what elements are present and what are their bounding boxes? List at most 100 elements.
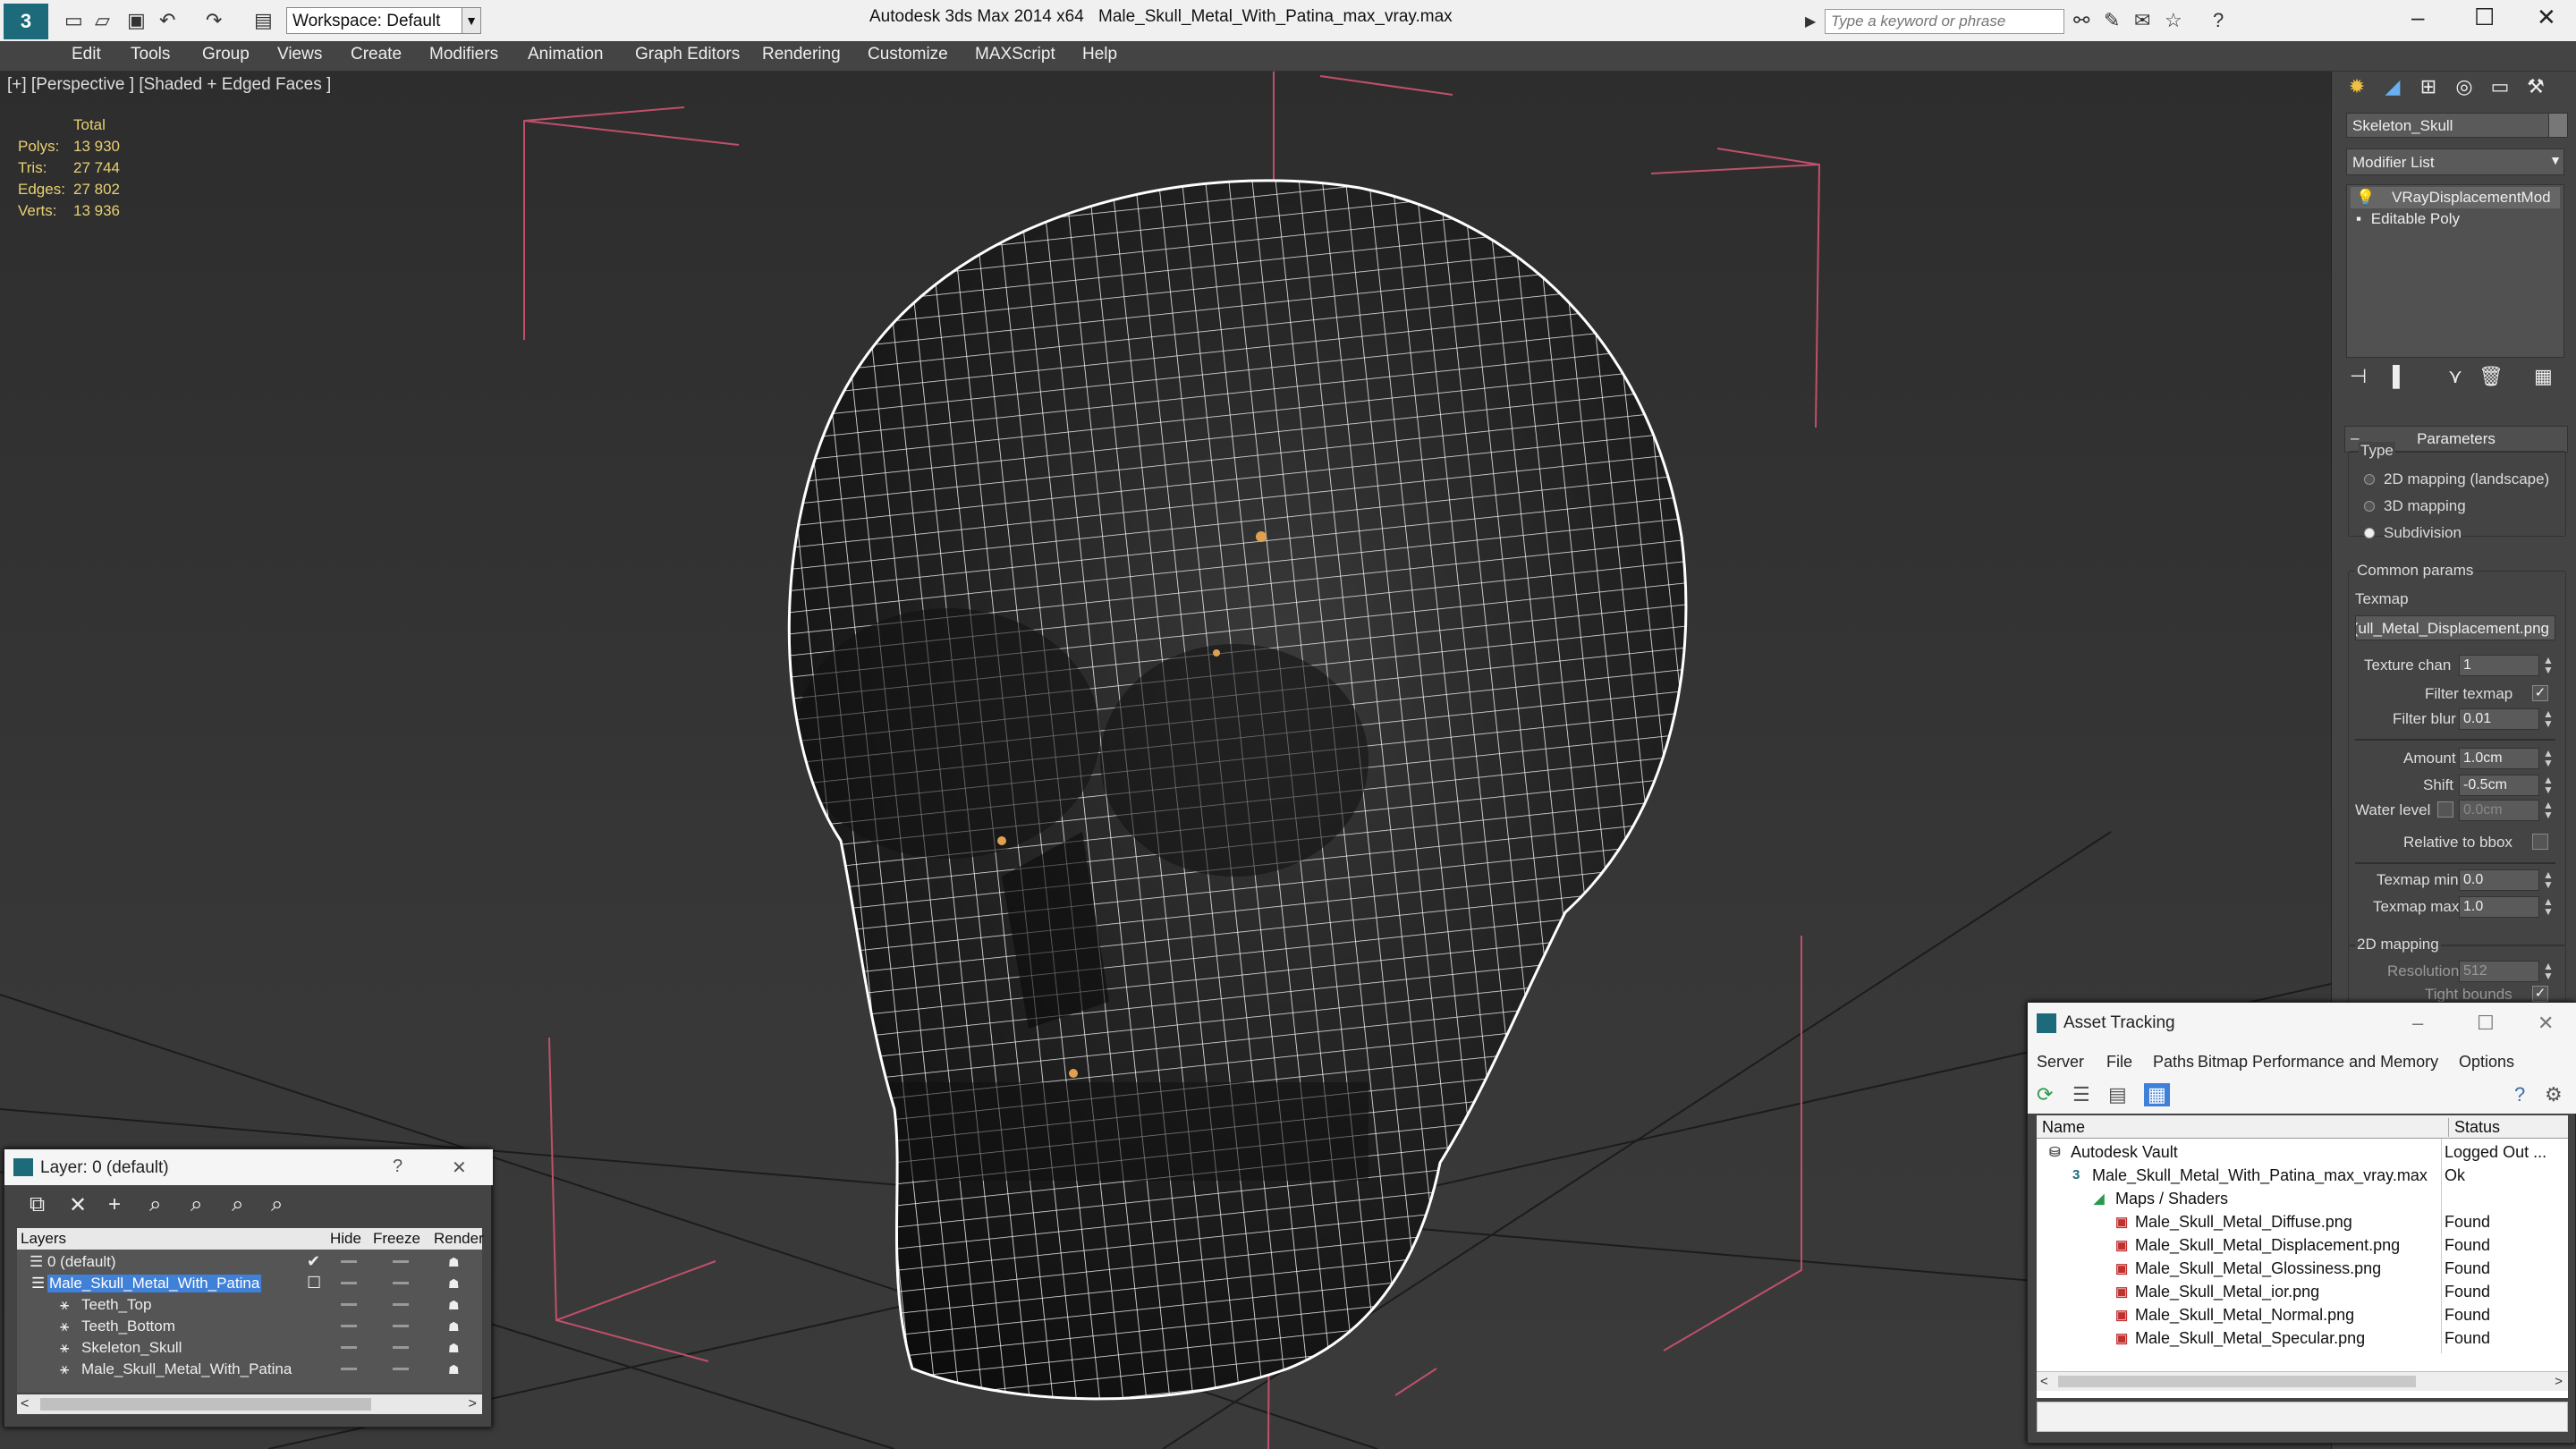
scrollbar-thumb[interactable] <box>40 1398 371 1411</box>
maximize-icon[interactable]: ☐ <box>2474 4 2495 31</box>
add-to-layer-icon[interactable]: + <box>108 1192 121 1217</box>
app-menu-button[interactable]: 3 <box>4 4 48 39</box>
configure-sets-icon[interactable]: ▦ <box>2534 365 2553 388</box>
menu-views[interactable]: Views <box>277 45 322 64</box>
menu-create[interactable]: Create <box>351 45 402 64</box>
render-teapot-icon[interactable]: ☗ <box>448 1341 460 1356</box>
relative-to-bbox-checkbox[interactable] <box>2532 834 2548 850</box>
object-color-swatch[interactable] <box>2548 113 2568 138</box>
render-teapot-icon[interactable]: ☗ <box>448 1255 460 1270</box>
hide-toggle[interactable] <box>341 1325 357 1327</box>
asset-row[interactable]: ⛁ Autodesk Vault Logged Out ... <box>2037 1140 2568 1164</box>
scroll-right-icon[interactable]: > <box>2555 1374 2563 1389</box>
current-layer-check[interactable]: ☐ <box>307 1274 321 1292</box>
asset-row[interactable]: ▣ Male_Skull_Metal_Displacement.png Foun… <box>2037 1233 2568 1257</box>
freeze-toggle[interactable] <box>393 1368 409 1370</box>
amount-spinner[interactable]: ▲ ▼ <box>2543 748 2554 768</box>
minimize-icon[interactable]: – <box>2411 4 2424 31</box>
undo-icon[interactable]: ↶ <box>159 9 175 32</box>
highlight-layer-icon[interactable]: ⌕ <box>191 1192 202 1217</box>
asset-menu-bitmap-performance[interactable]: Bitmap Performance and Memory <box>2198 1053 2438 1072</box>
chevron-down-icon[interactable]: ▼ <box>462 7 481 34</box>
render-teapot-icon[interactable]: ☗ <box>448 1319 460 1335</box>
asset-horizontal-scrollbar[interactable]: < > <box>2037 1371 2568 1391</box>
layer-row[interactable]: ⚹ Male_Skull_Metal_With_Patina ☗ <box>17 1359 482 1380</box>
close-icon[interactable]: ✕ <box>2537 4 2556 31</box>
tight-bounds-checkbox[interactable]: ✓ <box>2532 986 2548 1002</box>
stack-item-editable-poly[interactable]: ▪ Editable Poly <box>2351 208 2560 230</box>
texture-chan-input[interactable]: 1 <box>2459 655 2539 676</box>
column-header-layers[interactable]: Layers <box>21 1230 66 1248</box>
help-icon[interactable]: ? <box>2514 1083 2525 1106</box>
project-folder-icon[interactable]: ▤ <box>254 9 273 32</box>
shift-input[interactable]: -0.5cm <box>2459 775 2539 796</box>
column-header-name[interactable]: Name <box>2042 1118 2085 1137</box>
freeze-toggle[interactable] <box>393 1303 409 1306</box>
search-input[interactable] <box>1825 9 2064 34</box>
water-level-spinner[interactable]: ▲ ▼ <box>2543 800 2554 820</box>
filter-texmap-checkbox[interactable]: ✓ <box>2532 685 2548 701</box>
motion-tab-icon[interactable]: ◎ <box>2448 75 2480 102</box>
display-tab-icon[interactable]: ▭ <box>2484 75 2516 102</box>
texmap-max-input[interactable]: 1.0 <box>2459 896 2539 918</box>
scroll-left-icon[interactable]: < <box>21 1396 29 1412</box>
select-objects-icon[interactable]: ⌕ <box>149 1192 161 1217</box>
workspace-select[interactable]: Workspace: Default <box>286 7 481 34</box>
modifier-list-dropdown[interactable]: Modifier List ▼ <box>2346 148 2564 175</box>
texmap-button[interactable]: ull_Metal_Displacement.png) <box>2355 615 2555 640</box>
binoculars-icon[interactable]: ⚯ <box>2073 9 2089 32</box>
radio-subdivision[interactable] <box>2364 528 2375 538</box>
hide-toggle[interactable] <box>341 1282 357 1284</box>
menu-animation[interactable]: Animation <box>528 45 604 64</box>
settings-icon[interactable]: ⚙ <box>2545 1083 2563 1106</box>
asset-row[interactable]: 3 Male_Skull_Metal_With_Patina_max_vray.… <box>2037 1164 2568 1187</box>
asset-row[interactable]: ▣ Male_Skull_Metal_ior.png Found <box>2037 1280 2568 1303</box>
layer-row[interactable]: ⚹ Skeleton_Skull ☗ <box>17 1337 482 1359</box>
scroll-left-icon[interactable]: < <box>2040 1374 2048 1389</box>
render-teapot-icon[interactable]: ☗ <box>448 1276 460 1292</box>
favorites-star-icon[interactable]: ☆ <box>2165 9 2182 32</box>
column-header-hide[interactable]: Hide <box>330 1230 361 1248</box>
close-icon[interactable]: ✕ <box>452 1157 467 1179</box>
layer-row[interactable]: ⚹ Teeth_Top ☗ <box>17 1294 482 1316</box>
resolution-input[interactable]: 512 <box>2459 961 2539 982</box>
shift-spinner[interactable]: ▲ ▼ <box>2543 775 2554 795</box>
redo-icon[interactable]: ↷ <box>206 9 222 32</box>
column-header-status[interactable]: Status <box>2448 1118 2500 1137</box>
pin-stack-icon[interactable]: ⊣ <box>2350 365 2367 388</box>
menu-modifiers[interactable]: Modifiers <box>429 45 498 64</box>
water-level-input[interactable]: 0.0cm <box>2459 800 2539 821</box>
layer-row[interactable]: ⚹ Teeth_Bottom ☗ <box>17 1316 482 1337</box>
radio-2d-mapping[interactable] <box>2364 474 2375 485</box>
menu-tools[interactable]: Tools <box>131 45 170 64</box>
communication-icon[interactable]: ✉ <box>2134 9 2150 32</box>
create-tab-icon[interactable]: ✹ <box>2341 75 2373 102</box>
asset-menu-server[interactable]: Server <box>2037 1053 2084 1072</box>
help-button[interactable]: ? <box>393 1157 402 1177</box>
maximize-icon[interactable]: ☐ <box>2477 1012 2495 1035</box>
scroll-right-icon[interactable]: > <box>469 1396 477 1412</box>
list-view-icon[interactable]: ☰ <box>2072 1083 2090 1106</box>
new-file-icon[interactable]: ▭ <box>64 9 83 32</box>
hide-toggle[interactable] <box>341 1303 357 1306</box>
viewport-label[interactable]: [+] [Perspective ] [Shaded + Edged Faces… <box>7 75 331 95</box>
tree-view-icon[interactable]: ▤ <box>2108 1083 2127 1106</box>
texmap-max-spinner[interactable]: ▲ ▼ <box>2543 896 2554 917</box>
texmap-min-spinner[interactable]: ▲ ▼ <box>2543 869 2554 890</box>
minimize-icon[interactable]: – <box>2412 1012 2423 1035</box>
delete-layer-icon[interactable]: ✕ <box>69 1192 87 1218</box>
expand-search-icon[interactable]: ▶ <box>1805 13 1816 30</box>
freeze-all-icon[interactable]: ⌕ <box>271 1192 283 1217</box>
modify-tab-icon[interactable]: ◢ <box>2377 75 2409 102</box>
hide-toggle[interactable] <box>341 1368 357 1370</box>
filter-blur-input[interactable]: 0.01 <box>2459 708 2539 730</box>
utilities-tab-icon[interactable]: ⚒ <box>2520 75 2552 102</box>
freeze-toggle[interactable] <box>393 1260 409 1263</box>
water-level-checkbox[interactable] <box>2437 801 2453 818</box>
menu-graph-editors[interactable]: Graph Editors <box>635 45 740 64</box>
menu-edit[interactable]: Edit <box>72 45 101 64</box>
show-end-result-icon[interactable]: ▌ <box>2393 365 2407 388</box>
hide-all-icon[interactable]: ⌕ <box>232 1192 243 1217</box>
texture-chan-spinner[interactable]: ▲ ▼ <box>2543 655 2554 675</box>
stack-item-vray-displacement[interactable]: 💡 VRayDisplacementMod <box>2351 187 2560 208</box>
